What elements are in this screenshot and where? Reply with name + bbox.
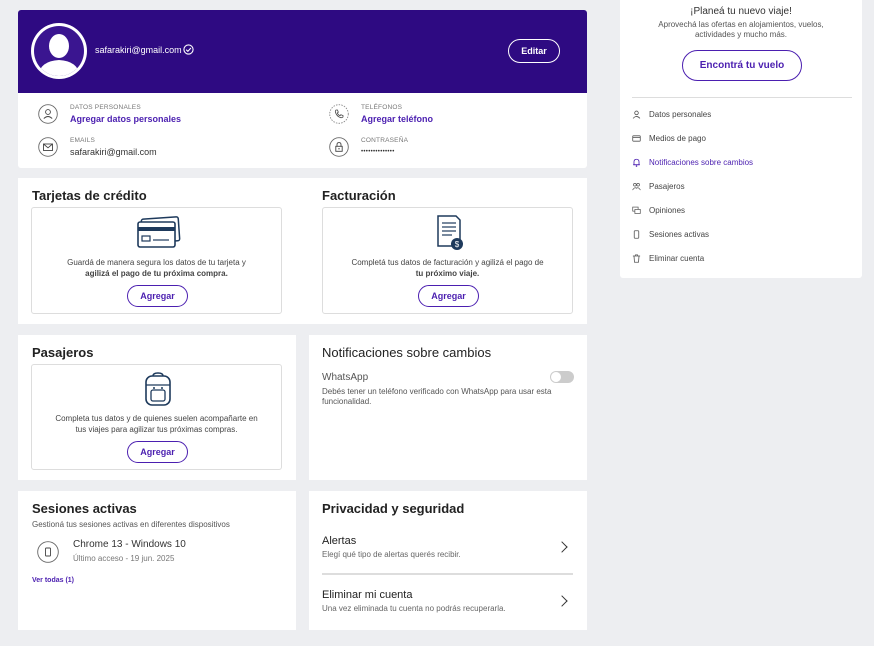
device-icon	[37, 541, 59, 563]
sidebar-item-payment-methods[interactable]: Medios de pago	[632, 132, 852, 148]
passengers-box: Completa tus datos y de quienes suelen a…	[31, 364, 282, 470]
user-icon	[38, 104, 58, 124]
privacy-card: Privacidad y seguridad Alertas Elegí qué…	[309, 491, 587, 630]
whatsapp-note: Debés tener un teléfono verificado con W…	[322, 387, 552, 406]
chevron-right-icon	[556, 595, 568, 607]
emails-value: safarakiri@gmail.com	[70, 147, 157, 157]
device-icon	[633, 230, 640, 239]
chat-icon	[632, 206, 641, 214]
bell-icon	[633, 158, 640, 167]
notifications-title: Notificaciones sobre cambios	[322, 345, 492, 360]
whatsapp-label: WhatsApp	[322, 372, 369, 383]
sessions-card: Sesiones activas Gestioná tus sesiones a…	[18, 491, 296, 630]
billing-title: Facturación	[322, 188, 396, 203]
verified-check-icon	[183, 44, 194, 55]
whatsapp-toggle[interactable]	[550, 371, 574, 383]
user-silhouette-icon	[38, 34, 80, 76]
sidebar-item-notifications[interactable]: Notificaciones sobre cambios	[632, 156, 852, 172]
card-icon	[632, 135, 641, 142]
password-label: CONTRASEÑA	[361, 137, 409, 144]
alerts-row[interactable]: Alertas Elegí qué tipo de alertas querés…	[322, 533, 573, 567]
cards-billing-card: Tarjetas de crédito Guardá de manera seg…	[18, 178, 587, 324]
credit-cards-box: Guardá de manera segura los datos de tu …	[31, 207, 282, 314]
add-billing-button[interactable]: Agregar	[418, 285, 479, 307]
sidebar-item-passengers[interactable]: Pasajeros	[632, 180, 852, 196]
session-last-access: Último acceso - 19 jun. 2025	[73, 554, 175, 563]
passengers-text-2: tus viajes para agilizar tus próximas co…	[75, 425, 238, 434]
session-device: Chrome 13 - Windows 10	[73, 539, 186, 550]
emails-item: EMAILS safarakiri@gmail.com	[38, 137, 288, 161]
promo-text: Aprovechá las ofertas en alojamientos, v…	[658, 20, 824, 39]
personal-data-label: DATOS PERSONALES	[70, 104, 141, 111]
billing-text-2: tu próximo viaje.	[415, 269, 480, 278]
delete-account-title: Eliminar mi cuenta	[322, 589, 413, 601]
billing-box: $ Completá tus datos de facturación y ag…	[322, 207, 573, 314]
alerts-title: Alertas	[322, 535, 357, 547]
trash-icon	[632, 254, 641, 263]
user-icon	[632, 110, 641, 119]
delete-account-desc: Una vez eliminada tu cuenta no podrás re…	[322, 604, 506, 613]
user-email: safarakiri@gmail.com	[95, 45, 182, 55]
delete-account-row[interactable]: Eliminar mi cuenta Una vez eliminada tu …	[322, 587, 573, 621]
chevron-right-icon	[556, 541, 568, 553]
passengers-text-1: Completa tus datos y de quienes suelen a…	[55, 414, 258, 423]
credit-cards-text-1: Guardá de manera segura los datos de tu …	[67, 258, 246, 267]
sidebar-item-personal-data[interactable]: Datos personales	[632, 108, 852, 124]
svg-text:$: $	[455, 240, 460, 249]
billing-text-1: Completá tus datos de facturación y agil…	[351, 258, 544, 267]
notifications-card: Notificaciones sobre cambios WhatsApp De…	[309, 335, 587, 480]
divider	[632, 97, 852, 98]
phones-label: TELÉFONOS	[361, 104, 403, 111]
promo-title: ¡Planeá tu nuevo viaje!	[690, 6, 792, 17]
profile-banner: safarakiri@gmail.com Editar	[18, 10, 587, 93]
lock-icon	[329, 137, 349, 157]
avatar[interactable]	[31, 23, 87, 79]
add-personal-data-link[interactable]: Agregar datos personales	[70, 114, 181, 124]
profile-card: safarakiri@gmail.com Editar DATOS PERSON…	[18, 10, 587, 168]
sidebar-item-active-sessions[interactable]: Sesiones activas	[632, 228, 852, 244]
credit-cards-text-2: agilizá el pago de tu próxima compra.	[85, 269, 228, 278]
divider	[322, 573, 573, 575]
backpack-icon	[145, 372, 171, 406]
credit-card-icon	[137, 216, 181, 248]
privacy-title: Privacidad y seguridad	[322, 501, 465, 516]
add-phone-link[interactable]: Agregar teléfono	[361, 114, 433, 124]
sidebar-item-delete-account[interactable]: Eliminar cuenta	[632, 252, 852, 268]
alerts-desc: Elegí qué tipo de alertas querés recibir…	[322, 550, 461, 559]
add-passenger-button[interactable]: Agregar	[127, 441, 188, 463]
group-icon	[632, 182, 641, 191]
emails-label: EMAILS	[70, 137, 96, 144]
phones-item[interactable]: TELÉFONOS Agregar teléfono	[329, 104, 549, 128]
find-flight-button[interactable]: Encontrá tu vuelo	[682, 50, 802, 81]
passengers-title: Pasajeros	[32, 345, 94, 360]
personal-data-item[interactable]: DATOS PERSONALES Agregar datos personale…	[38, 104, 288, 128]
sessions-subtitle: Gestioná tus sesiones activas en diferen…	[32, 520, 230, 529]
edit-profile-button[interactable]: Editar	[508, 39, 560, 63]
password-item: CONTRASEÑA ••••••••••••••	[329, 137, 549, 161]
credit-cards-title: Tarjetas de crédito	[32, 188, 147, 203]
phone-icon	[329, 104, 349, 124]
toggle-knob	[551, 372, 561, 382]
add-credit-card-button[interactable]: Agregar	[127, 285, 188, 307]
sidebar-item-reviews[interactable]: Opiniones	[632, 204, 852, 220]
sessions-title: Sesiones activas	[32, 501, 137, 516]
password-value: ••••••••••••••	[361, 149, 395, 155]
sidebar: ¡Planeá tu nuevo viaje! Aprovechá las of…	[620, 0, 862, 278]
passengers-card: Pasajeros Completa tus datos y de quiene…	[18, 335, 296, 480]
invoice-icon: $	[437, 215, 463, 250]
view-all-sessions-link[interactable]: Ver todas (1)	[32, 577, 74, 584]
email-icon	[38, 137, 58, 157]
